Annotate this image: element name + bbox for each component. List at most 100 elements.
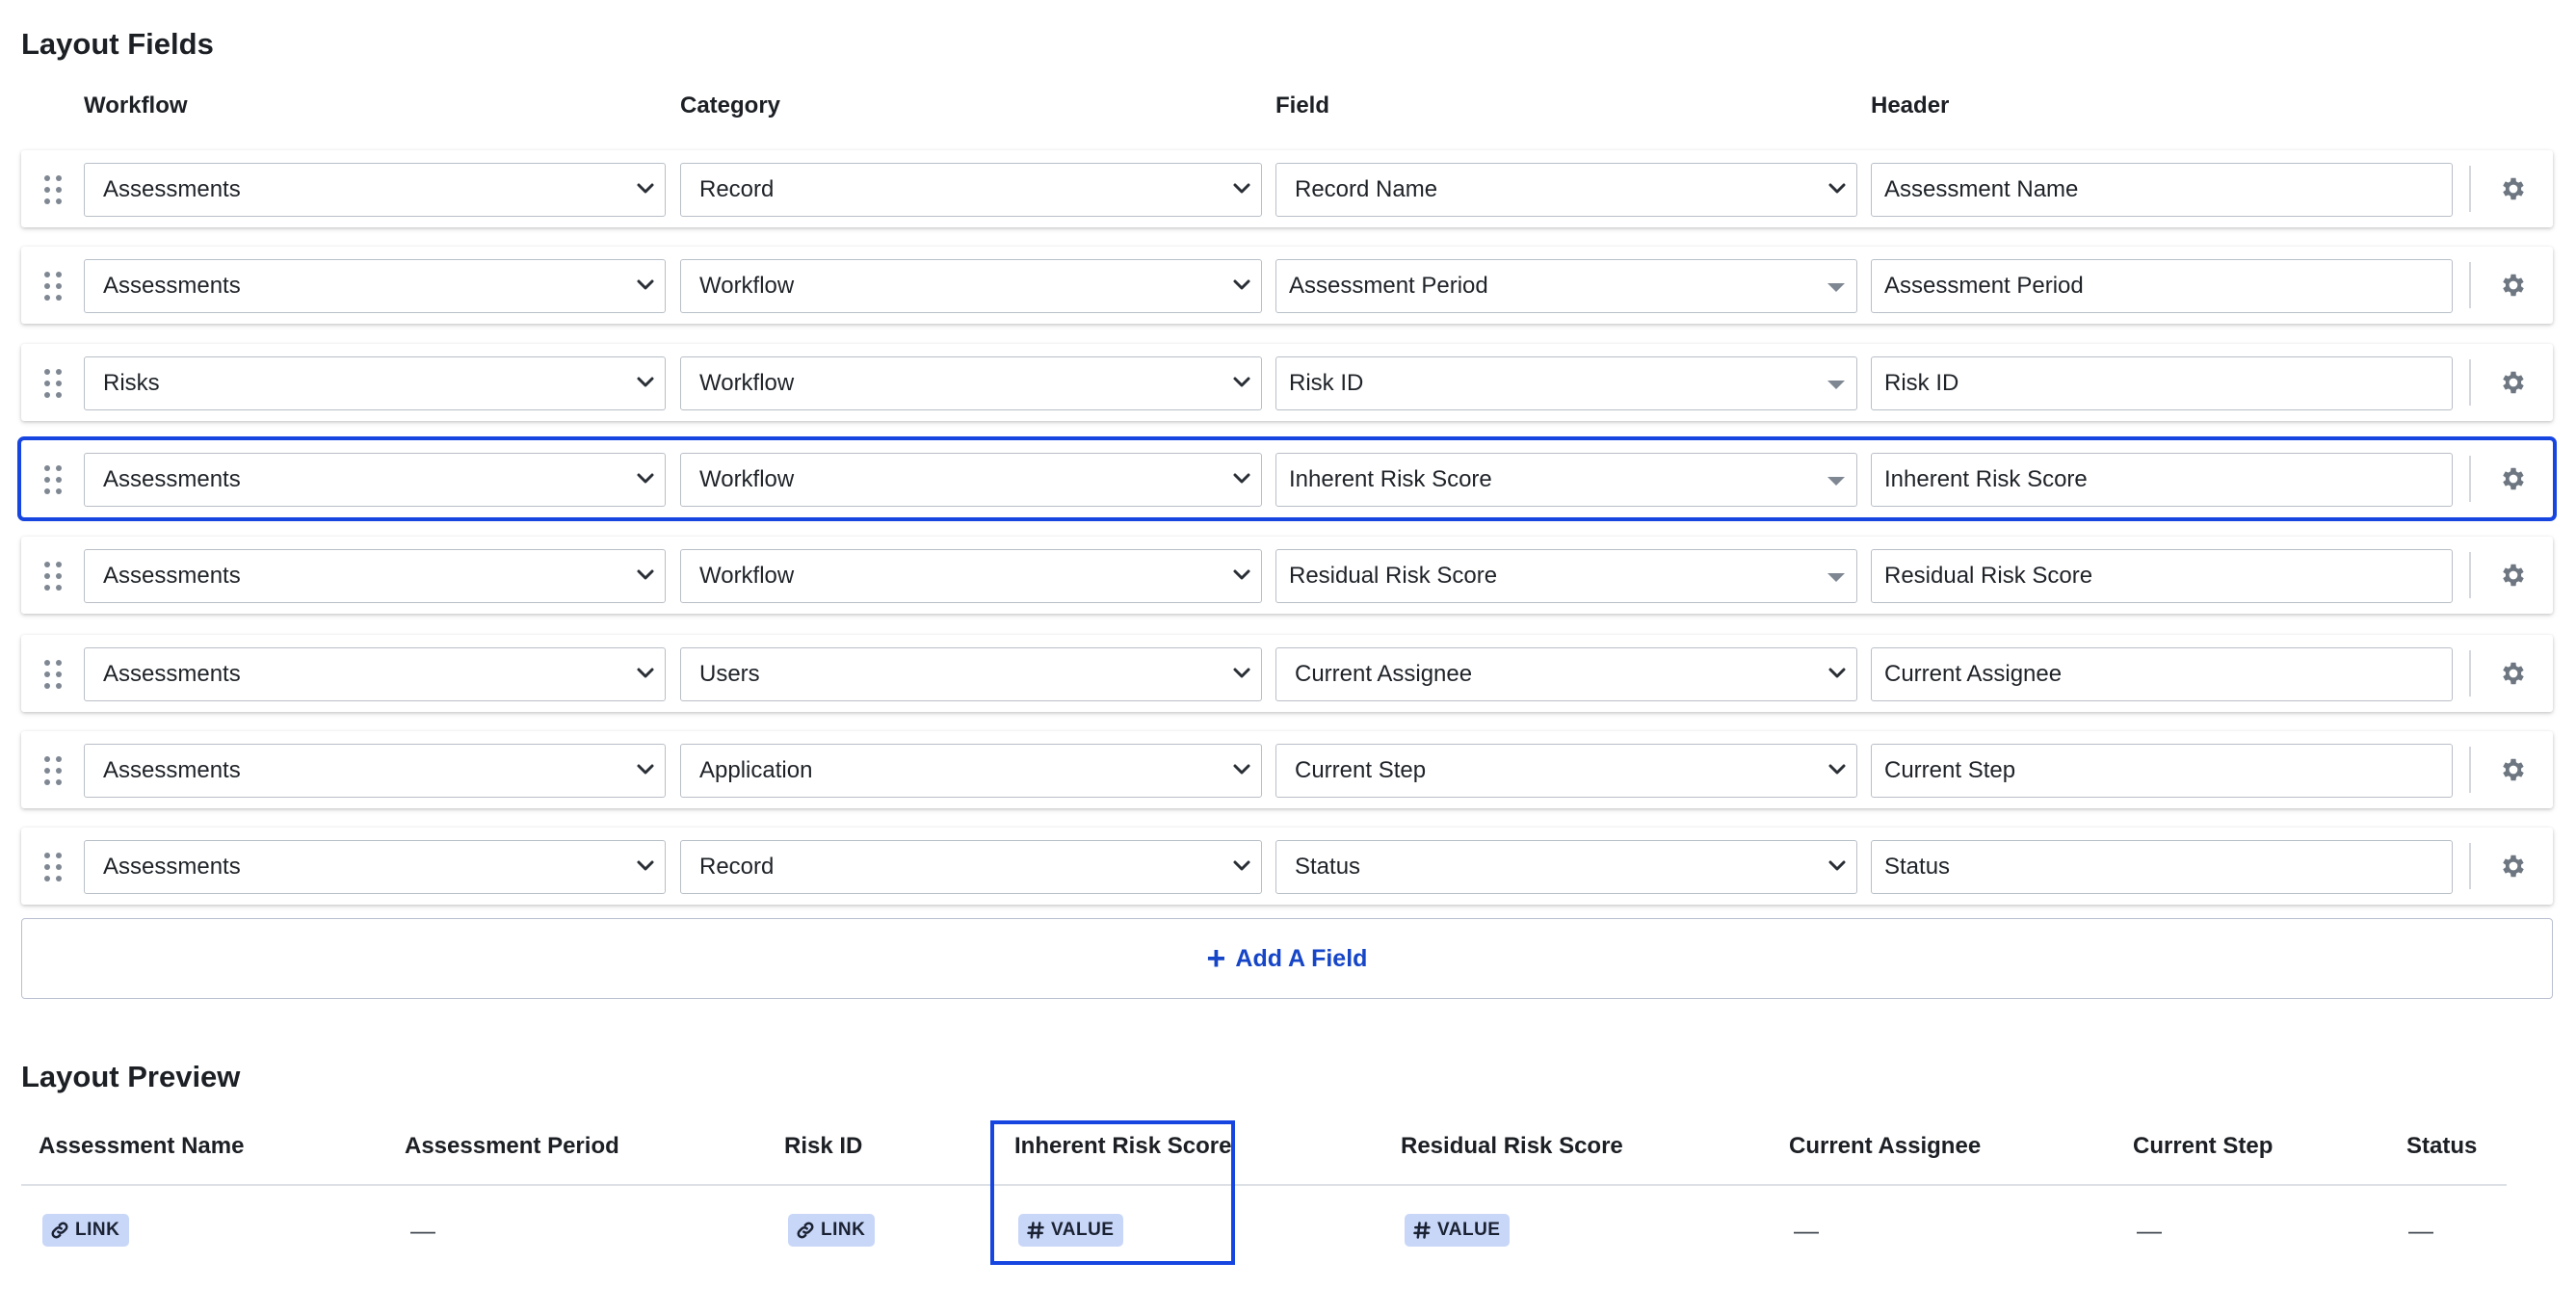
chevron-down-icon (637, 473, 654, 484)
preview-column-header: Risk ID (784, 1133, 863, 1159)
gear-icon[interactable] (2499, 368, 2528, 397)
field-select[interactable]: Inherent Risk Score (1275, 453, 1857, 507)
link-badge[interactable]: LINK (788, 1214, 876, 1247)
drag-handle-icon[interactable] (42, 560, 64, 592)
header-input-value: Risk ID (1884, 370, 1959, 396)
field-select[interactable]: Risk ID (1275, 356, 1857, 410)
drag-handle-icon[interactable] (42, 367, 64, 400)
chevron-down-icon (1233, 279, 1250, 290)
category-select[interactable]: Record (680, 840, 1262, 894)
field-select-value: Status (1295, 854, 1361, 880)
chevron-down-icon (1828, 183, 1846, 194)
drag-handle-icon[interactable] (42, 270, 64, 303)
gear-icon[interactable] (2499, 755, 2528, 784)
drag-handle-icon[interactable] (42, 851, 64, 883)
badge-label: LINK (75, 1220, 120, 1240)
chevron-down-icon (1233, 764, 1250, 775)
layout-field-row[interactable]: Assessments Users Current Assignee Current … (21, 635, 2553, 712)
category-select[interactable]: Users (680, 647, 1262, 701)
value-badge: VALUE (1405, 1214, 1511, 1247)
row-divider (2469, 166, 2471, 212)
preview-column-header: Assessment Name (39, 1133, 245, 1159)
workflow-select[interactable]: Assessments (84, 744, 666, 798)
workflow-select[interactable]: Assessments (84, 647, 666, 701)
layout-field-row[interactable]: Assessments Workflow Inherent Risk Score In… (17, 436, 2557, 521)
category-select-value: Application (699, 757, 813, 783)
gear-icon[interactable] (2499, 464, 2528, 493)
header-input[interactable]: Assessment Name (1871, 163, 2453, 217)
workflow-select[interactable]: Risks (84, 356, 666, 410)
field-select[interactable]: Residual Risk Score (1275, 549, 1857, 603)
workflow-select[interactable]: Assessments (84, 163, 666, 217)
category-select[interactable]: Record (680, 163, 1262, 217)
gear-icon[interactable] (2499, 561, 2528, 590)
drag-handle-icon[interactable] (42, 463, 64, 496)
header-input[interactable]: Residual Risk Score (1871, 549, 2453, 603)
empty-cell-dash: — (1794, 1216, 1819, 1245)
category-select[interactable]: Application (680, 744, 1262, 798)
add-field-button[interactable]: + Add A Field (21, 918, 2553, 999)
field-select[interactable]: Current Step (1275, 744, 1857, 798)
category-select[interactable]: Workflow (680, 453, 1262, 507)
header-input-value: Status (1884, 854, 1951, 880)
header-input[interactable]: Risk ID (1871, 356, 2453, 410)
layout-field-row[interactable]: Assessments Record Record Name Assessment N… (21, 150, 2553, 227)
chevron-down-icon (637, 860, 654, 871)
category-select-value: Workflow (699, 466, 795, 492)
link-badge[interactable]: LINK (42, 1214, 130, 1247)
layout-field-row[interactable]: Assessments Application Current Step Curren… (21, 731, 2553, 808)
header-input-value: Current Assignee (1884, 661, 2063, 687)
layout-field-row[interactable]: Assessments Workflow Residual Risk Score Re… (21, 537, 2553, 614)
workflow-select[interactable]: Assessments (84, 259, 666, 313)
layout-field-row[interactable]: Assessments Record Status Status (21, 828, 2553, 905)
category-select-value: Record (699, 854, 775, 880)
category-select-value: Workflow (699, 273, 795, 299)
field-select-value: Residual Risk Score (1289, 563, 1498, 589)
layout-field-row[interactable]: Assessments Workflow Assessment Period Asse… (21, 247, 2553, 324)
preview-column-header: Current Assignee (1789, 1133, 1982, 1159)
preview-divider (21, 1184, 2507, 1186)
preview-column-header: Current Step (2133, 1133, 2274, 1159)
drag-handle-icon[interactable] (42, 173, 64, 206)
gear-icon[interactable] (2499, 174, 2528, 203)
header-input[interactable]: Current Assignee (1871, 647, 2453, 701)
header-input[interactable]: Assessment Period (1871, 259, 2453, 313)
workflow-select[interactable]: Assessments (84, 453, 666, 507)
header-input[interactable]: Current Step (1871, 744, 2453, 798)
row-divider (2469, 843, 2471, 889)
drag-handle-icon[interactable] (42, 658, 64, 691)
gear-icon[interactable] (2499, 271, 2528, 300)
column-header-category: Category (680, 92, 781, 118)
column-header-field: Field (1275, 92, 1330, 118)
row-divider (2469, 456, 2471, 502)
workflow-select[interactable]: Assessments (84, 549, 666, 603)
field-select-value: Assessment Period (1289, 273, 1488, 299)
field-select[interactable]: Record Name (1275, 163, 1857, 217)
header-input-value: Assessment Name (1884, 176, 2079, 202)
header-input[interactable]: Inherent Risk Score (1871, 453, 2453, 507)
row-divider (2469, 747, 2471, 793)
chevron-down-icon (637, 377, 654, 387)
plus-icon: + (1206, 940, 1226, 977)
drag-handle-icon[interactable] (42, 754, 64, 787)
field-select[interactable]: Assessment Period (1275, 259, 1857, 313)
header-input[interactable]: Status (1871, 840, 2453, 894)
layout-field-row[interactable]: Risks Workflow Risk ID Risk ID (21, 344, 2553, 421)
chevron-down-icon (1233, 377, 1250, 387)
row-divider (2469, 262, 2471, 308)
field-select-value: Current Assignee (1295, 661, 1473, 687)
category-select[interactable]: Workflow (680, 356, 1262, 410)
field-select[interactable]: Status (1275, 840, 1857, 894)
chevron-down-icon (637, 668, 654, 678)
workflow-select-value: Assessments (103, 466, 241, 492)
category-select[interactable]: Workflow (680, 549, 1262, 603)
category-select[interactable]: Workflow (680, 259, 1262, 313)
layout-fields-title: Layout Fields (21, 27, 214, 61)
caret-down-icon (1827, 381, 1845, 389)
chevron-down-icon (1828, 668, 1846, 678)
field-select[interactable]: Current Assignee (1275, 647, 1857, 701)
row-divider (2469, 650, 2471, 697)
gear-icon[interactable] (2499, 659, 2528, 688)
gear-icon[interactable] (2499, 852, 2528, 881)
workflow-select[interactable]: Assessments (84, 840, 666, 894)
